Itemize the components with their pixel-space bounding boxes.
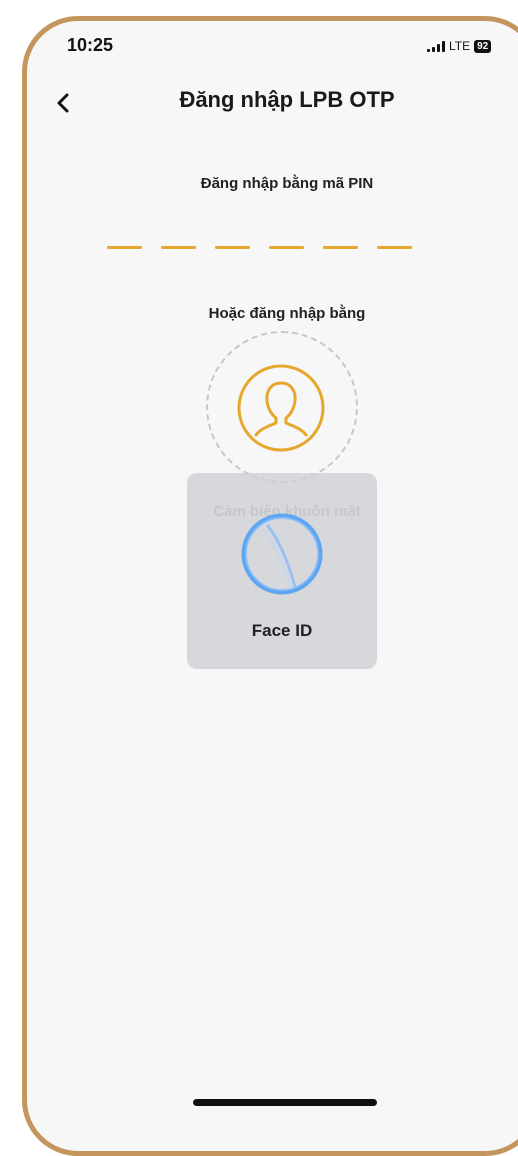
phone-screen: 10:25 LTE 92 Đăng nhập LPB OTP Đăng nhập…	[22, 16, 518, 1156]
status-indicators: LTE 92	[427, 39, 492, 53]
pin-digit-slot	[377, 246, 412, 249]
user-silhouette-icon	[254, 381, 308, 437]
signal-icon	[427, 40, 445, 52]
face-id-icon	[241, 513, 323, 595]
page-title: Đăng nhập LPB OTP	[179, 87, 395, 112]
pin-input[interactable]	[107, 246, 412, 249]
face-id-prompt: Face ID	[187, 473, 377, 669]
pin-digit-slot	[215, 246, 250, 249]
alt-login-label: Hoặc đăng nhập bằng	[208, 305, 366, 322]
battery-icon: 92	[474, 39, 492, 53]
face-id-label: Face ID	[251, 621, 313, 640]
network-type: LTE	[449, 39, 471, 53]
pin-digit-slot	[161, 246, 196, 249]
pin-digit-slot	[107, 246, 142, 249]
status-time: 10:25	[67, 35, 114, 55]
home-indicator[interactable]	[193, 1099, 377, 1106]
pin-digit-slot	[269, 246, 304, 249]
pin-label: Đăng nhập bằng mã PIN	[200, 175, 374, 192]
pin-digit-slot	[323, 246, 358, 249]
face-login-button[interactable]	[236, 363, 326, 453]
